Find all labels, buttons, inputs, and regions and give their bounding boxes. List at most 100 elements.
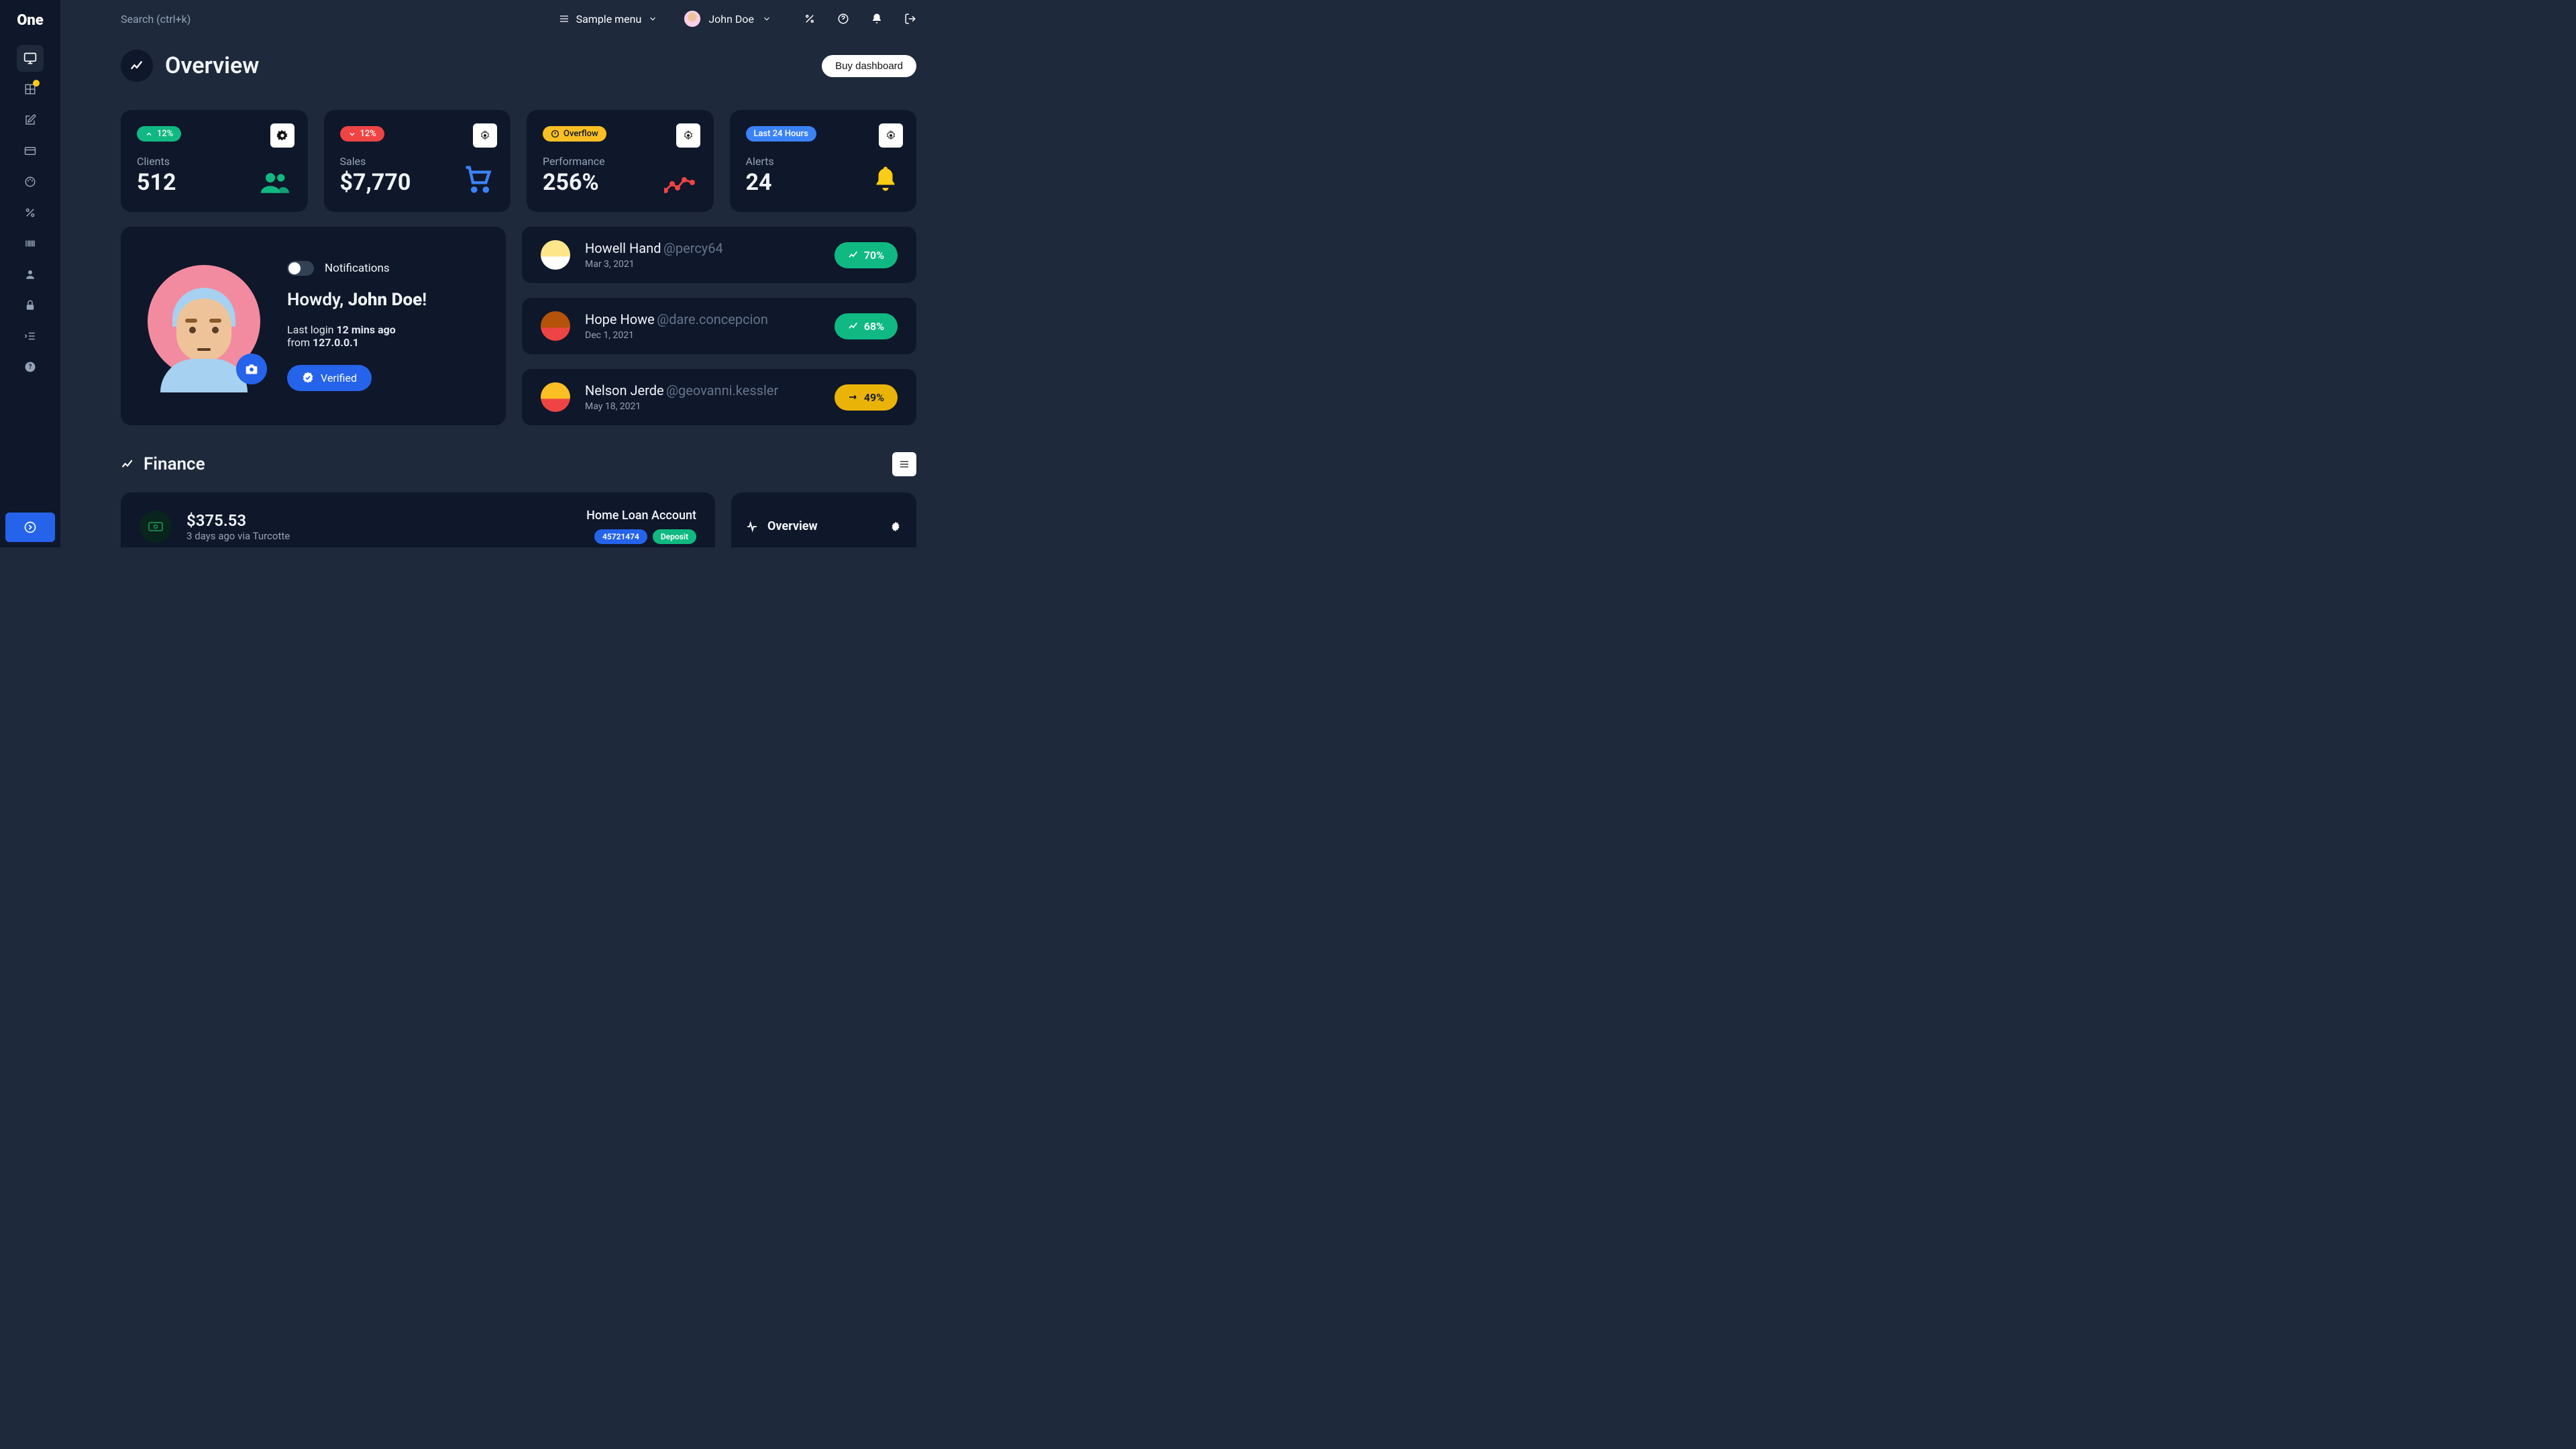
alert-icon bbox=[551, 129, 559, 138]
stat-label: Clients bbox=[137, 155, 292, 168]
user-menu-dropdown[interactable]: John Doe bbox=[684, 11, 771, 27]
sidebar-item-help[interactable]: ? bbox=[17, 354, 44, 380]
percent-badge: 49% bbox=[835, 384, 898, 411]
gear-icon bbox=[480, 130, 490, 141]
svg-text:?: ? bbox=[29, 364, 32, 371]
finance-menu-button[interactable] bbox=[892, 452, 916, 476]
finance-overview-title: Overview bbox=[767, 519, 880, 533]
last-login-info: Last login 12 mins ago from 127.0.0.1 bbox=[287, 323, 479, 349]
sidebar-item-barcode[interactable] bbox=[17, 230, 44, 257]
trend-icon bbox=[129, 58, 144, 73]
card-icon bbox=[24, 145, 36, 157]
page-title-icon-wrap bbox=[121, 50, 153, 82]
sidebar-item-collapse[interactable] bbox=[17, 323, 44, 350]
percent-icon bbox=[24, 207, 36, 219]
sidebar-item-profile[interactable] bbox=[17, 261, 44, 288]
person-card[interactable]: Hope Howe @dare.concepcion Dec 1, 2021 6… bbox=[522, 298, 916, 354]
sidebar-item-ui[interactable] bbox=[17, 138, 44, 164]
person-card[interactable]: Nelson Jerde @geovanni.kessler May 18, 2… bbox=[522, 369, 916, 425]
stat-card-clients: 12% Clients 512 bbox=[121, 110, 308, 212]
trend-icon bbox=[121, 458, 134, 471]
sample-menu-dropdown[interactable]: Sample menu bbox=[559, 13, 658, 25]
sidebar-item-styles[interactable] bbox=[17, 168, 44, 195]
gear-icon bbox=[885, 130, 896, 141]
bell-icon bbox=[871, 13, 883, 25]
card-settings-button[interactable] bbox=[879, 123, 903, 148]
app-logo: One bbox=[17, 12, 44, 29]
sidebar: One bbox=[0, 0, 60, 547]
page-title: Overview bbox=[165, 52, 810, 79]
search-input[interactable]: Search (ctrl+k) bbox=[121, 13, 545, 25]
person-card[interactable]: Howell Hand @percy64 Mar 3, 2021 70% bbox=[522, 227, 916, 283]
sidebar-expand-button[interactable] bbox=[5, 513, 55, 542]
theme-toggle-button[interactable] bbox=[804, 13, 816, 25]
sidebar-item-tables[interactable] bbox=[17, 76, 44, 103]
notifications-button[interactable] bbox=[871, 13, 883, 25]
account-number-chip: 45721474 bbox=[594, 529, 647, 544]
sidebar-item-pricing[interactable] bbox=[17, 199, 44, 226]
finance-account-name: Home Loan Account bbox=[586, 508, 696, 523]
help-icon: ? bbox=[24, 361, 36, 373]
main-content: Search (ctrl+k) Sample menu John Doe bbox=[60, 0, 977, 547]
gear-icon bbox=[277, 130, 288, 141]
percent-badge: 70% bbox=[835, 242, 898, 268]
theme-icon bbox=[804, 13, 816, 25]
stat-card-performance: Overflow Performance 256% bbox=[527, 110, 714, 212]
notifications-toggle[interactable] bbox=[287, 261, 314, 276]
percent-badge: 68% bbox=[835, 313, 898, 339]
finance-transaction-card: $375.53 3 days ago via Turcotte Home Loa… bbox=[121, 492, 715, 547]
palette-icon bbox=[24, 176, 36, 188]
cart-icon bbox=[464, 165, 492, 193]
pulse-icon bbox=[746, 521, 758, 533]
person-avatar bbox=[541, 311, 570, 341]
stat-badge: 12% bbox=[137, 126, 181, 142]
gear-icon bbox=[683, 130, 694, 141]
stat-label: Performance bbox=[543, 155, 698, 168]
edit-icon bbox=[24, 114, 36, 126]
sidebar-item-forms[interactable] bbox=[17, 107, 44, 133]
finance-title: Finance bbox=[144, 454, 883, 474]
logout-icon bbox=[904, 13, 916, 25]
sidebar-item-login[interactable] bbox=[17, 292, 44, 319]
logout-button[interactable] bbox=[904, 13, 916, 25]
buy-dashboard-button[interactable]: Buy dashboard bbox=[822, 55, 916, 77]
chevron-down-icon bbox=[348, 130, 356, 138]
trend-flat-icon bbox=[848, 392, 859, 402]
profile-card: Notifications Howdy, John Doe! Last logi… bbox=[121, 227, 506, 425]
camera-icon bbox=[245, 362, 258, 376]
chevron-down-icon bbox=[762, 14, 771, 23]
stat-badge: 12% bbox=[340, 126, 384, 142]
help-circle-icon bbox=[837, 13, 849, 25]
stat-card-alerts: Last 24 Hours Alerts 24 bbox=[730, 110, 917, 212]
chart-line-icon bbox=[664, 177, 695, 193]
stat-badge: Last 24 Hours bbox=[746, 126, 816, 142]
chevron-down-icon bbox=[648, 14, 657, 23]
trend-up-icon bbox=[848, 250, 859, 260]
lock-icon bbox=[24, 299, 36, 311]
table-icon bbox=[24, 83, 36, 95]
finance-overview-card: Overview bbox=[731, 492, 916, 547]
collapse-icon bbox=[24, 330, 36, 342]
finance-subtext: 3 days ago via Turcotte bbox=[186, 530, 290, 542]
card-settings-button[interactable] bbox=[676, 123, 700, 148]
greeting: Howdy, John Doe! bbox=[287, 289, 479, 311]
menu-icon bbox=[559, 13, 570, 24]
people-list: Howell Hand @percy64 Mar 3, 2021 70% Hop… bbox=[522, 227, 916, 425]
trend-up-icon bbox=[848, 321, 859, 331]
avatar-large bbox=[148, 265, 260, 387]
help-button[interactable] bbox=[837, 13, 849, 25]
monitor-icon bbox=[23, 52, 37, 65]
users-icon bbox=[261, 172, 289, 193]
card-settings-button[interactable] bbox=[270, 123, 294, 148]
sidebar-item-dashboard[interactable] bbox=[17, 45, 44, 72]
gear-icon[interactable] bbox=[890, 521, 902, 533]
menu-icon bbox=[899, 459, 910, 470]
person-avatar bbox=[541, 240, 570, 270]
finance-amount: $375.53 bbox=[186, 511, 290, 530]
verified-button[interactable]: Verified bbox=[287, 365, 372, 391]
sample-menu-label: Sample menu bbox=[576, 13, 642, 25]
transaction-type-chip: Deposit bbox=[653, 529, 696, 544]
card-settings-button[interactable] bbox=[473, 123, 497, 148]
avatar-camera-button[interactable] bbox=[236, 354, 267, 384]
cash-icon bbox=[140, 511, 172, 543]
